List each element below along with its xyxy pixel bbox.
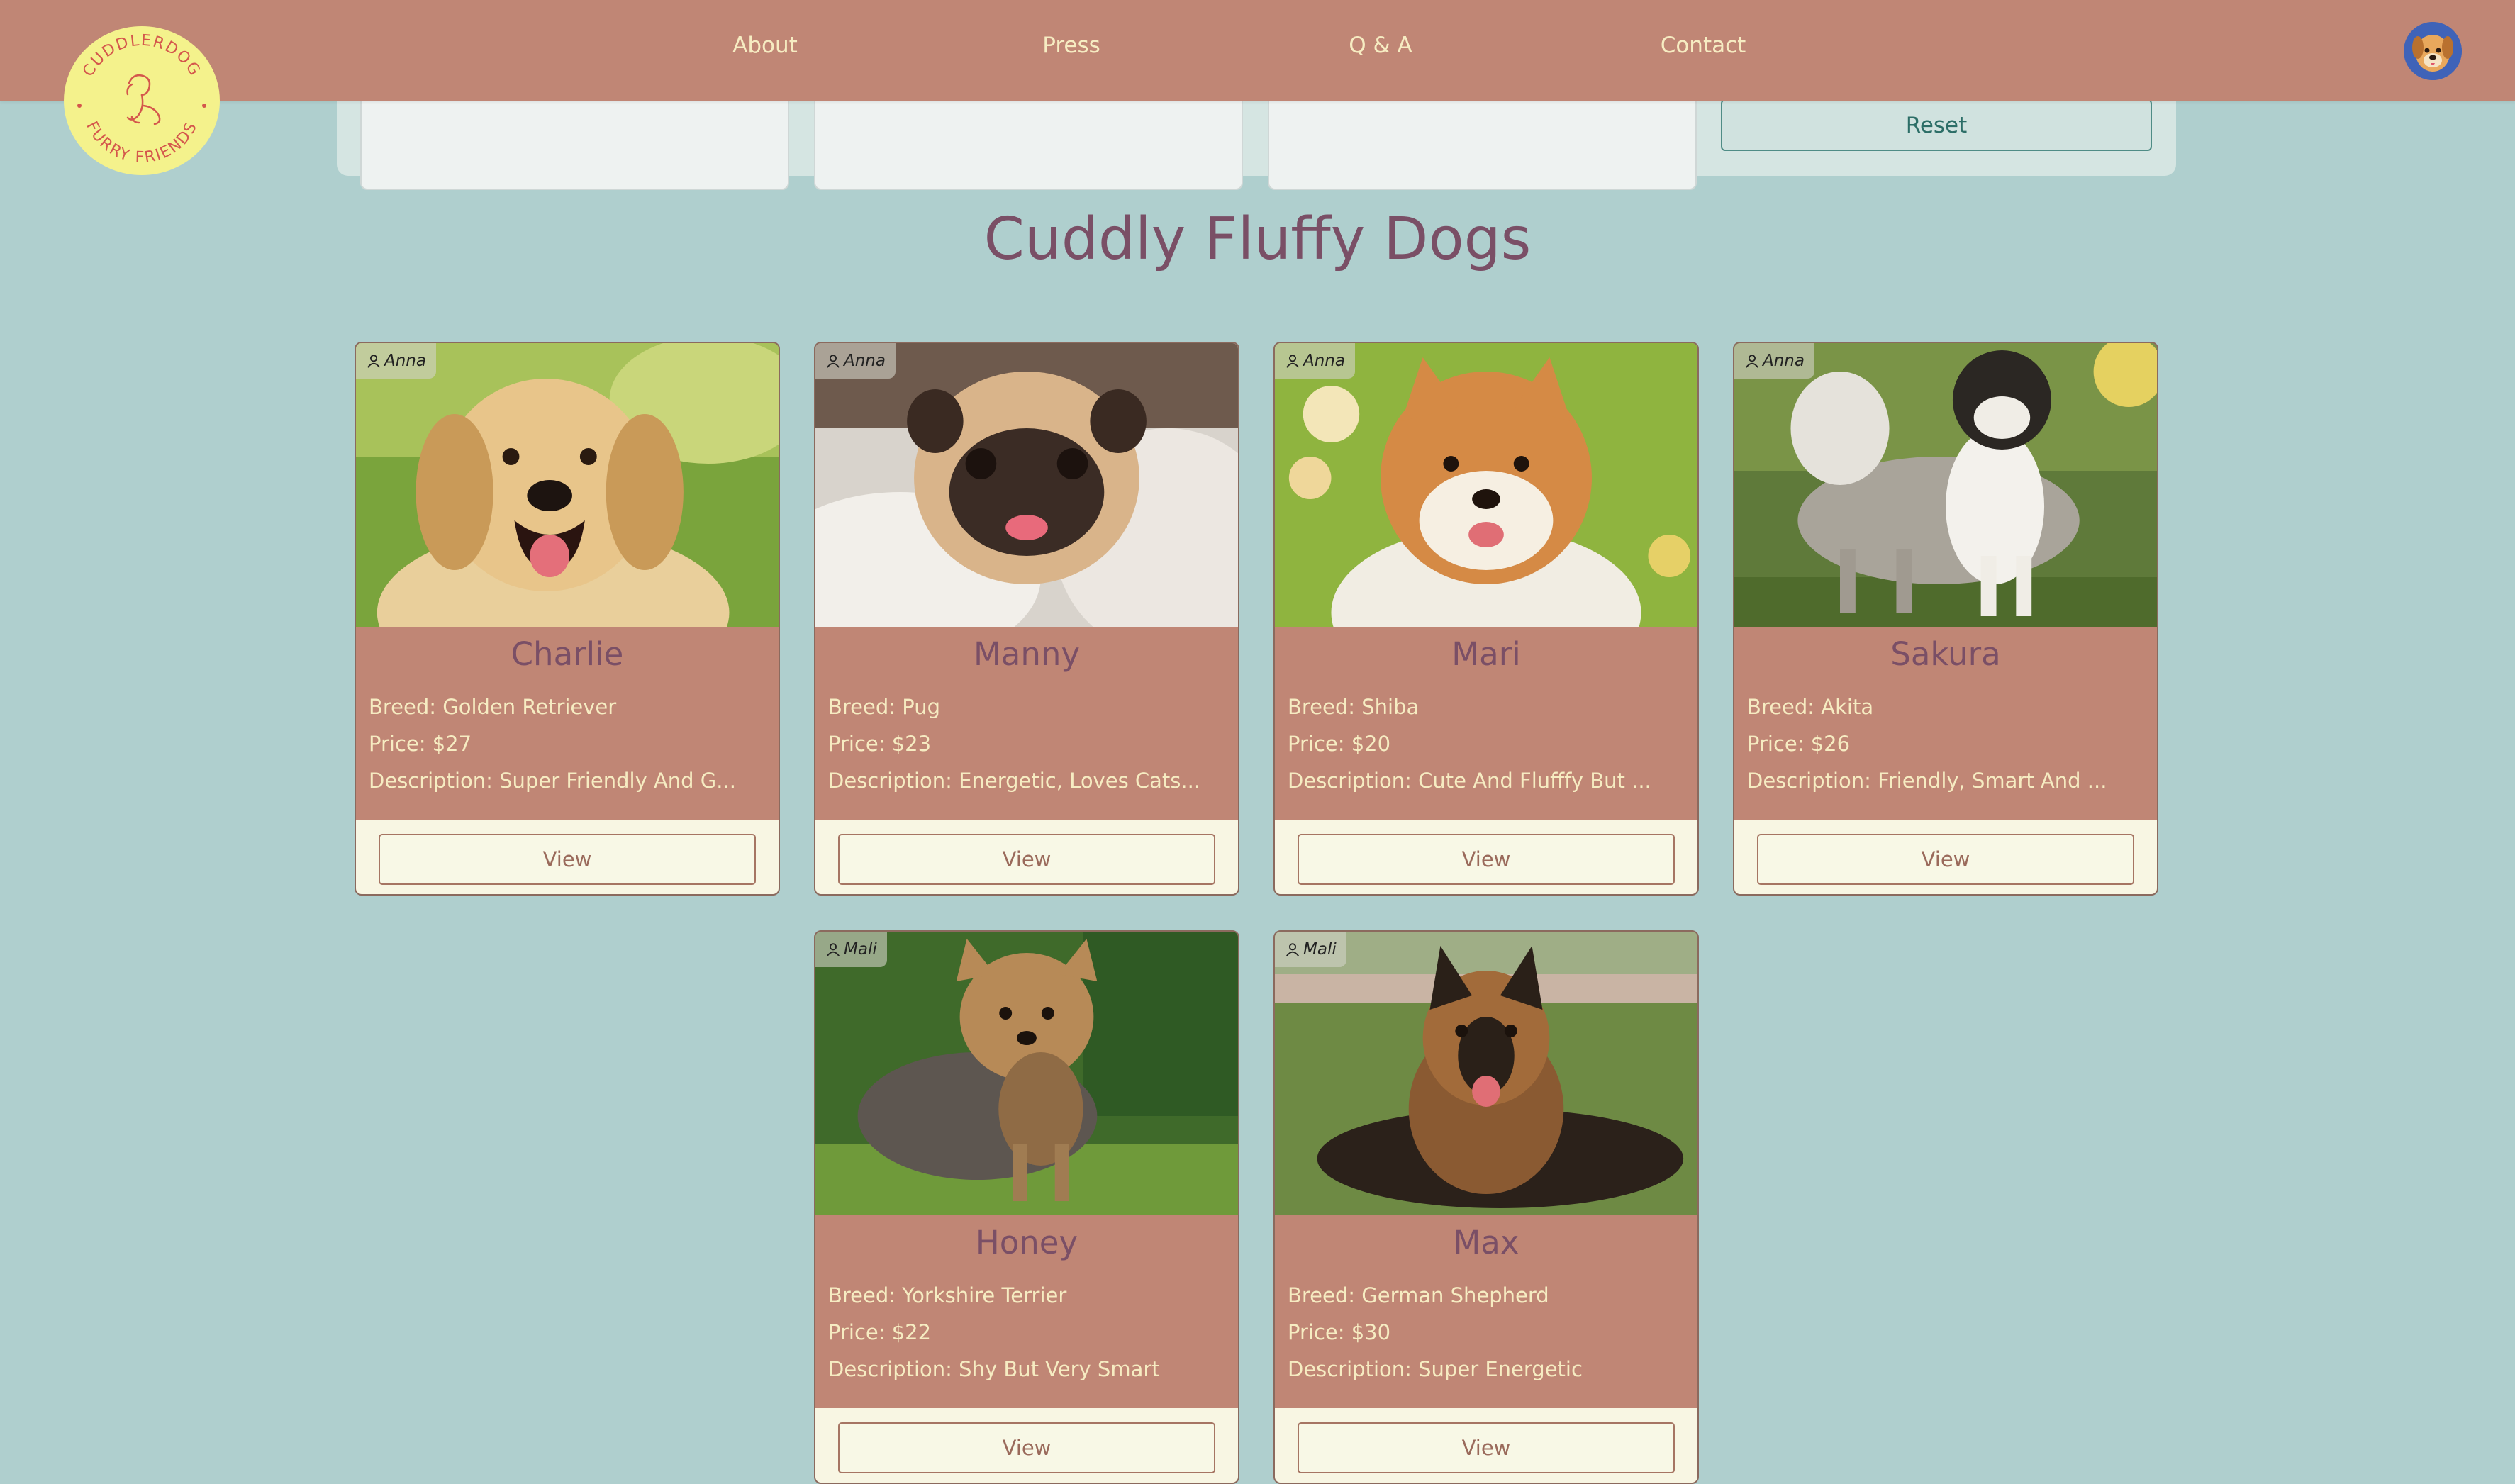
german-shepherd-photo [1275,932,1697,1215]
logo-bottom-text: FURRY FRIENDS [82,118,200,167]
nav-about[interactable]: About [732,33,798,58]
view-button-charlie[interactable]: View [379,834,756,885]
owner-tag: Anna [1275,343,1355,379]
card-info: Honey Breed: Yorkshire Terrier Price: $2… [815,1215,1238,1408]
dog-description: Description: Super Friendly And G... [369,769,736,793]
dog-name: Manny [973,635,1081,673]
owner-name: Anna [844,352,886,370]
dog-description: Description: Energetic, Loves Cats... [828,769,1201,793]
logo-top-text: CUDDLERDOG [79,32,202,80]
dog-face-avatar-icon [2404,22,2462,80]
dog-card-mari: Anna Mari Breed: Shiba Price: $20 Descri… [1273,342,1699,896]
dog-breed: Breed: Yorkshire Terrier [828,1283,1067,1307]
dog-outline-icon [126,74,161,125]
dog-price: Price: $27 [369,732,472,756]
pug-photo [815,343,1238,627]
akita-photo [1734,343,2157,627]
dog-name: Max [1453,1224,1519,1261]
reset-button[interactable]: Reset [1721,99,2152,151]
user-icon [827,355,840,368]
site-logo[interactable]: CUDDLERDOG FURRY FRIENDS [64,26,220,175]
owner-tag: Anna [1734,343,1814,379]
dog-description: Description: Cute And Flufffy But ... [1288,769,1651,793]
dog-card-max: Mali Max Breed: German Shepherd Price: $… [1273,930,1699,1484]
owner-tag: Anna [815,343,896,379]
view-button-max[interactable]: View [1298,1422,1675,1473]
dog-price: Price: $23 [828,732,932,756]
dog-price: Price: $30 [1288,1320,1391,1344]
nav-contact[interactable]: Contact [1661,33,1746,58]
filter-field-3[interactable] [1268,85,1697,190]
user-icon [827,943,840,956]
dog-breed: Breed: German Shepherd [1288,1283,1549,1307]
dog-name: Charlie [511,635,624,673]
dog-name: Honey [975,1224,1078,1261]
owner-name: Anna [1763,352,1805,370]
user-icon [1286,355,1299,368]
golden-retriever-photo [356,343,779,627]
dog-price: Price: $26 [1747,732,1851,756]
dog-description: Description: Friendly, Smart And ... [1747,769,2107,793]
dog-breed: Breed: Golden Retriever [369,695,617,719]
owner-tag: Anna [356,343,436,379]
top-navbar: About Press Q & A Contact [0,0,2515,101]
svg-text:CUDDLERDOG: CUDDLERDOG [79,32,203,80]
user-icon [1746,355,1758,368]
view-button-honey[interactable]: View [838,1422,1215,1473]
owner-tag: Mali [815,932,887,967]
view-button-sakura[interactable]: View [1757,834,2134,885]
dog-price: Price: $20 [1288,732,1391,756]
dog-description: Description: Shy But Very Smart [828,1357,1160,1381]
user-avatar[interactable] [2404,22,2462,80]
user-icon [367,355,380,368]
nav-qa[interactable]: Q & A [1349,33,1412,58]
dog-breed: Breed: Akita [1747,695,1874,719]
card-info: Mari Breed: Shiba Price: $20 Description… [1275,627,1697,820]
view-button-mari[interactable]: View [1298,834,1675,885]
dog-card-sakura: Anna Sakura Breed: Akita Price: $26 Desc… [1733,342,2158,896]
user-icon [1286,943,1299,956]
dog-name: Mari [1451,635,1521,673]
yorkshire-terrier-photo [815,932,1238,1215]
owner-name: Mali [844,940,877,959]
dog-breed: Breed: Pug [828,695,941,719]
card-info: Manny Breed: Pug Price: $23 Description:… [815,627,1238,820]
filter-field-2[interactable] [814,85,1243,190]
dog-card-charlie: Anna Charlie Breed: Golden Retriever Pri… [355,342,780,896]
dog-description: Description: Super Energetic [1288,1357,1583,1381]
nav-press[interactable]: Press [1042,33,1100,58]
page-title: Cuddly Fluffy Dogs [983,206,1532,273]
card-info: Max Breed: German Shepherd Price: $30 De… [1275,1215,1697,1408]
card-info: Charlie Breed: Golden Retriever Price: $… [356,627,779,820]
dog-card-manny: Anna Manny Breed: Pug Price: $23 Descrip… [814,342,1239,896]
owner-tag: Mali [1275,932,1346,967]
shiba-photo [1275,343,1697,627]
dog-card-honey: Mali Honey Breed: Yorkshire Terrier Pric… [814,930,1239,1484]
dog-breed: Breed: Shiba [1288,695,1420,719]
owner-name: Anna [384,352,426,370]
dog-name: Sakura [1890,635,2001,673]
filter-field-1[interactable] [360,85,789,190]
view-button-manny[interactable]: View [838,834,1215,885]
owner-name: Mali [1303,940,1337,959]
dog-price: Price: $22 [828,1320,932,1344]
card-info: Sakura Breed: Akita Price: $26 Descripti… [1734,627,2157,820]
svg-text:FURRY FRIENDS: FURRY FRIENDS [82,118,201,167]
owner-name: Anna [1303,352,1345,370]
